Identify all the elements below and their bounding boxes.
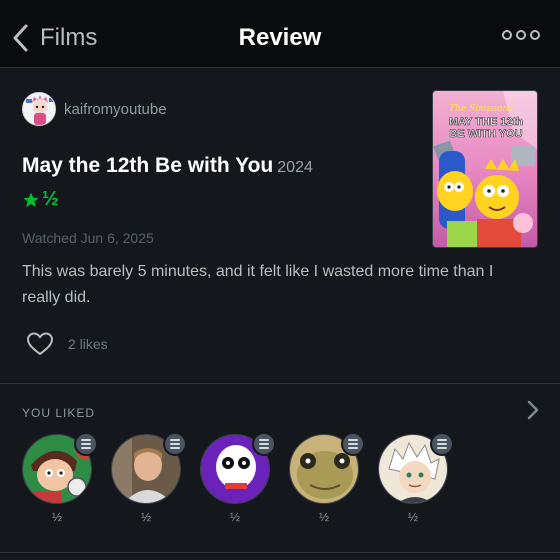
author-username[interactable]: kaifromyoutube — [64, 101, 167, 118]
divider — [0, 552, 560, 553]
review-list-icon — [430, 432, 454, 456]
friend-rating: ½ — [407, 510, 418, 524]
divider — [0, 383, 560, 384]
half-star: ½ — [42, 188, 59, 210]
star-icon — [23, 192, 39, 207]
watched-date: Watched Jun 6, 2025 — [22, 230, 154, 246]
svg-text:MAY THE 12th: MAY THE 12th — [449, 116, 523, 128]
review-author[interactable]: kaifromyoutube — [22, 92, 167, 126]
likes-row: 2 likes — [26, 331, 108, 357]
review-list-icon — [163, 432, 187, 456]
film-title-text: May the 12th Be with You — [22, 154, 274, 177]
chevron-right-icon[interactable] — [526, 400, 540, 420]
friends-list: ½ ½ ½ ½ ½ — [22, 432, 454, 524]
you-liked-heading: YOU LIKED — [22, 406, 96, 420]
svg-text:The Simpsons: The Simpsons — [449, 104, 513, 114]
friend-item[interactable]: ½ — [289, 432, 365, 524]
avatar[interactable] — [22, 92, 56, 126]
friend-rating: ½ — [51, 510, 62, 524]
friend-item[interactable]: ½ — [378, 432, 454, 524]
review-text: This was barely 5 minutes, and it felt l… — [22, 263, 494, 306]
review-list-icon — [341, 432, 365, 456]
more-icon[interactable] — [502, 30, 540, 40]
film-poster[interactable]: The Simpsons MAY THE 12th BE WITH YOU — [432, 90, 538, 248]
page-title: Review — [238, 24, 322, 51]
friend-item[interactable]: ½ — [22, 432, 98, 524]
film-title[interactable]: May the 12th Be with You 2024 — [22, 154, 313, 178]
likes-count[interactable]: 2 likes — [68, 336, 108, 352]
star-rating: ½ — [22, 188, 59, 211]
review-list-icon — [74, 432, 98, 456]
friend-rating: ½ — [140, 510, 151, 524]
film-year: 2024 — [277, 159, 313, 176]
friend-item[interactable]: ½ — [111, 432, 187, 524]
friend-rating: ½ — [318, 510, 329, 524]
friend-item[interactable]: ½ — [200, 432, 276, 524]
top-bar: Films Review — [0, 0, 560, 68]
heart-icon[interactable] — [26, 331, 54, 357]
svg-text:BE WITH YOU: BE WITH YOU — [449, 128, 522, 140]
friend-rating: ½ — [229, 510, 240, 524]
review-list-icon — [252, 432, 276, 456]
